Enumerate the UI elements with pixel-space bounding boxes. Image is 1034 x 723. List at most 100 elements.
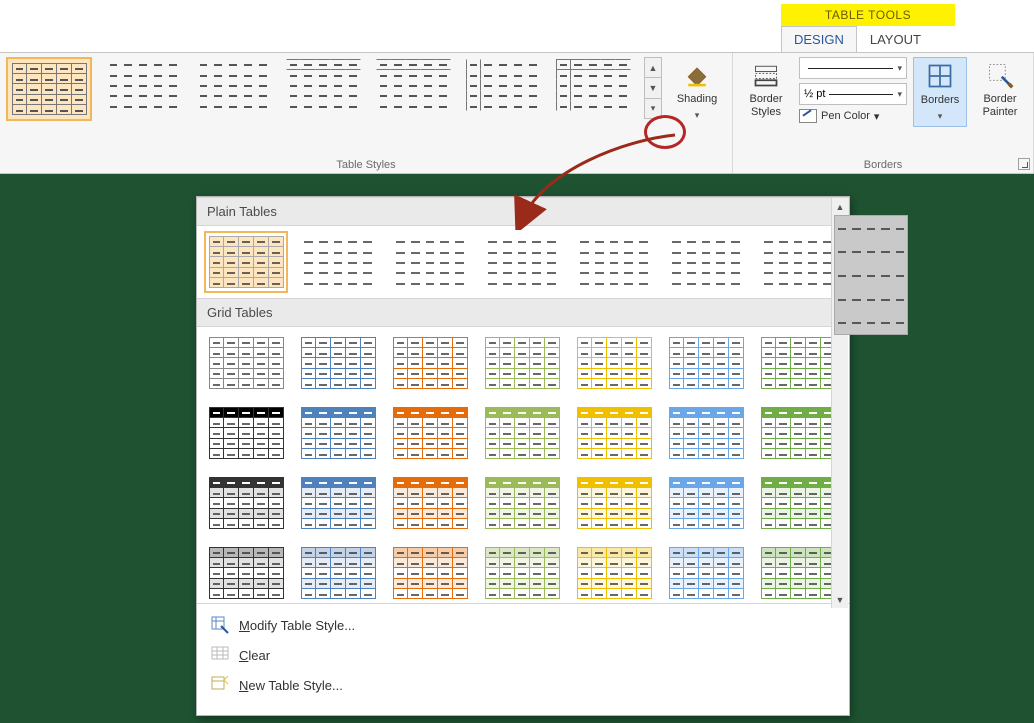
chevron-down-icon: ▾ [897,89,902,100]
gallery-scrollbar[interactable]: ▲ ▼ [831,198,848,608]
table-style-thumb-selected[interactable] [6,57,92,121]
contextual-tabs: DESIGN LAYOUT [781,26,934,52]
table-style-thumb[interactable] [554,57,632,113]
border-styles-icon [752,61,780,89]
table-style-thumb[interactable] [393,236,467,288]
gallery-row-up-button[interactable]: ▲ [645,58,661,78]
group-table-styles: ▲ ▼ ▾ Shading ▾ Table Styles [0,53,733,173]
table-style-thumb[interactable] [761,236,835,288]
table-style-thumb[interactable] [374,57,452,113]
border-painter-label: Border Painter [983,93,1018,119]
scroll-thumb[interactable] [834,215,908,335]
borders-button[interactable]: Borders ▾ [913,57,967,127]
borders-dialog-launcher[interactable] [1018,158,1030,170]
table-style-thumb[interactable] [577,407,651,459]
gallery-category-plain-header: Plain Tables [197,197,849,226]
menu-new-label: New Table Style... [239,678,343,693]
pen-color-label: Pen Color [821,110,870,122]
borders-label: Borders [921,94,960,107]
chevron-down-icon: ▾ [695,110,700,121]
shading-button[interactable]: Shading ▾ [670,57,724,125]
border-styles-button[interactable]: Border Styles [739,57,793,123]
table-styles-gallery: ▲ ▼ ▾ [6,57,662,121]
annotation-circle [644,115,686,149]
scroll-track[interactable] [832,215,848,591]
tab-layout[interactable]: LAYOUT [857,26,934,52]
table-style-thumb[interactable] [209,407,283,459]
shading-label: Shading [677,93,717,106]
gallery-menu-footer: Modify Table Style... Clear New Table St… [197,603,849,706]
table-style-thumb[interactable] [393,407,467,459]
table-style-thumb[interactable] [761,337,835,389]
table-style-thumb[interactable] [669,547,743,599]
table-style-thumb[interactable] [301,407,375,459]
gallery-category-plain-body [197,226,849,298]
table-style-thumb[interactable] [669,407,743,459]
table-style-thumb[interactable] [104,57,182,113]
table-style-thumb[interactable] [301,337,375,389]
table-style-thumb[interactable] [669,236,743,288]
line-weight-combo[interactable]: ½ pt ▾ [799,83,907,105]
table-style-thumb[interactable] [194,57,272,113]
table-style-thumb[interactable] [761,547,835,599]
line-style-combo[interactable]: ▾ [799,57,907,79]
table-style-thumb[interactable] [761,477,835,529]
table-style-thumb[interactable] [209,477,283,529]
table-style-thumb[interactable] [393,337,467,389]
table-style-thumb[interactable] [301,477,375,529]
table-style-thumb[interactable] [485,236,559,288]
group-label-table-styles: Table Styles [6,157,726,171]
titlebar-area: TABLE TOOLS DESIGN LAYOUT [0,0,1034,52]
contextual-tab-title: TABLE TOOLS [781,4,955,26]
borders-grid-icon [926,62,954,90]
table-style-thumb[interactable] [209,337,283,389]
new-style-icon [211,676,229,694]
tab-design[interactable]: DESIGN [781,26,857,52]
paint-bucket-icon [683,61,711,89]
group-label-borders: Borders [739,157,1027,171]
border-painter-button[interactable]: Border Painter [973,57,1027,123]
pen-color-button[interactable]: Pen Color ▾ [799,109,907,123]
table-style-thumb[interactable] [485,407,559,459]
table-styles-dropdown: Plain Tables Grid Tables Modify Table St… [196,196,850,716]
menu-modify-table-style[interactable]: Modify Table Style... [197,610,849,640]
table-style-thumb[interactable] [577,477,651,529]
table-style-thumb[interactable] [284,57,362,113]
table-style-thumb[interactable] [669,477,743,529]
modify-style-icon [211,616,229,634]
table-style-thumb[interactable] [301,547,375,599]
gallery-category-grid-body [197,327,849,603]
table-style-thumb[interactable] [577,236,651,288]
menu-new-table-style[interactable]: New Table Style... [197,670,849,700]
table-style-thumb[interactable] [209,547,283,599]
border-styles-label: Border Styles [749,93,782,119]
menu-modify-label: Modify Table Style... [239,618,355,633]
chevron-down-icon: ▾ [938,111,943,122]
pen-color-icon [799,109,817,123]
line-weight-preview-icon [829,94,893,95]
table-style-thumb[interactable] [393,547,467,599]
table-style-thumb[interactable] [485,477,559,529]
table-style-thumb[interactable] [464,57,542,113]
scroll-down-button[interactable]: ▼ [832,591,848,608]
gallery-row-down-button[interactable]: ▼ [645,78,661,98]
border-options-stack: ▾ ½ pt ▾ Pen Color ▾ [799,57,907,123]
table-style-thumb[interactable] [577,547,651,599]
table-style-preview-icon [10,61,88,117]
table-style-thumb[interactable] [301,236,375,288]
chevron-down-icon: ▾ [874,110,880,123]
table-style-thumb[interactable] [761,407,835,459]
table-style-thumb[interactable] [577,337,651,389]
table-style-thumb[interactable] [485,337,559,389]
scroll-up-button[interactable]: ▲ [832,198,848,215]
table-style-thumb-selected[interactable] [209,236,283,288]
clear-icon [211,646,229,664]
table-styles-gallery-nav: ▲ ▼ ▾ [644,57,662,119]
table-style-thumb[interactable] [485,547,559,599]
line-style-preview-icon [808,68,893,69]
table-style-thumb[interactable] [393,477,467,529]
table-style-thumb[interactable] [669,337,743,389]
menu-clear[interactable]: Clear [197,640,849,670]
gallery-category-grid-header: Grid Tables [197,298,849,327]
group-borders: Border Styles ▾ ½ pt ▾ Pen Color ▾ [733,53,1034,173]
